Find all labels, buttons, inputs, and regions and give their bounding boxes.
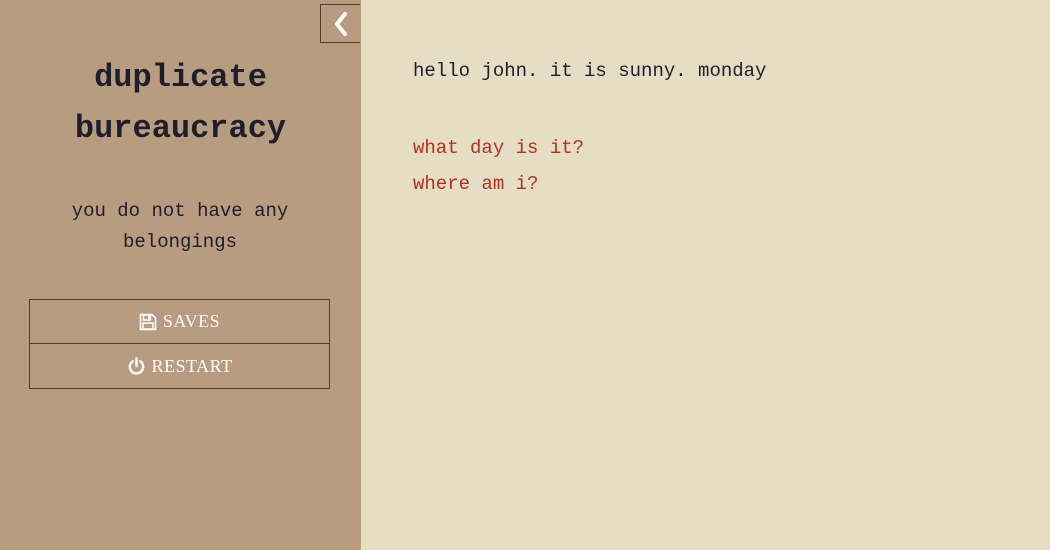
choice-list: what day is it? where am i? bbox=[413, 130, 584, 202]
restart-button-label: RESTART bbox=[151, 355, 233, 376]
inventory-text: you do not have any belongings bbox=[71, 200, 289, 253]
choice-link[interactable]: what day is it? bbox=[413, 130, 584, 166]
choice-link[interactable]: where am i? bbox=[413, 166, 584, 202]
story-panel: hello john. it is sunny. monday what day… bbox=[361, 0, 1050, 550]
saves-button-label: SAVES bbox=[162, 311, 221, 331]
saves-button[interactable]: SAVES bbox=[29, 299, 330, 344]
chevron-left-icon bbox=[332, 11, 350, 37]
power-icon bbox=[127, 356, 146, 376]
floppy-disk-icon bbox=[139, 313, 157, 331]
story-title: duplicate bureaucracy bbox=[74, 59, 287, 147]
collapse-sidebar-button[interactable] bbox=[320, 4, 360, 43]
narration-text: hello john. it is sunny. monday bbox=[413, 60, 767, 82]
restart-button[interactable]: RESTART bbox=[29, 344, 330, 389]
sidebar: duplicate bureaucracy you do not have an… bbox=[0, 0, 361, 550]
